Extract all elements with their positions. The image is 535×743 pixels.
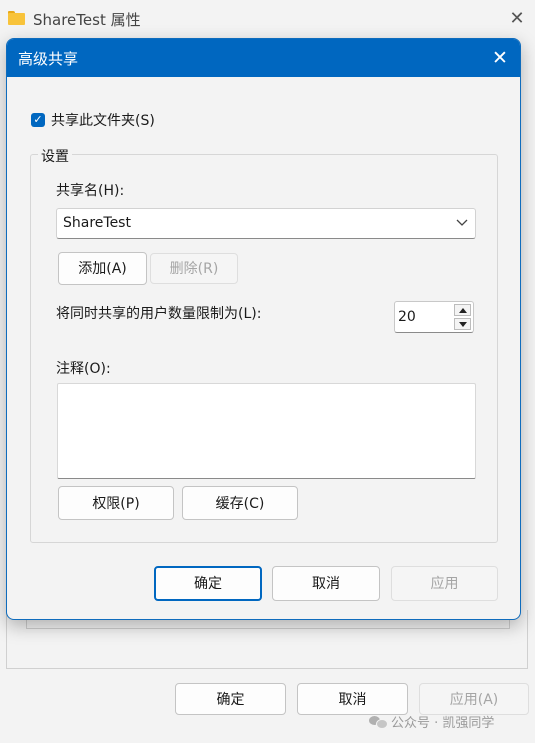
user-limit-value: 20 <box>398 309 416 325</box>
add-share-button[interactable]: 添加(A) <box>58 252 147 285</box>
share-folder-label: 共享此文件夹(S) <box>51 113 155 129</box>
spin-down-button[interactable] <box>454 318 471 330</box>
dialog-title: 高级共享 <box>18 50 79 68</box>
background-ok-button[interactable]: 确定 <box>175 683 286 715</box>
watermark: 公众号 · 凯强同学 <box>369 712 494 731</box>
spinner-arrows <box>454 304 471 330</box>
user-limit-spinner[interactable]: 20 <box>394 301 474 333</box>
dialog-titlebar: 高级共享 ✕ <box>7 39 520 77</box>
share-name-dropdown[interactable]: ShareTest <box>56 208 476 239</box>
background-apply-button: 应用(A) <box>419 683 529 715</box>
caching-button[interactable]: 缓存(C) <box>182 486 298 520</box>
background-window-title: ShareTest 属性 <box>33 11 141 29</box>
settings-group-label: 设置 <box>38 146 72 166</box>
chevron-down-icon[interactable] <box>455 214 469 230</box>
user-limit-label: 将同时共享的用户数量限制为(L): <box>56 306 262 322</box>
share-name-value: ShareTest <box>63 215 131 231</box>
background-titlebar: ShareTest 属性 ✕ <box>0 0 535 38</box>
spin-up-button[interactable] <box>454 304 471 316</box>
share-name-label: 共享名(H): <box>56 183 125 199</box>
permissions-button[interactable]: 权限(P) <box>58 486 174 520</box>
watermark-text: 公众号 · 凯强同学 <box>391 716 495 731</box>
background-cancel-button[interactable]: 取消 <box>297 683 408 715</box>
apply-button: 应用 <box>391 566 498 601</box>
folder-icon <box>8 11 25 25</box>
arrow-down-icon <box>459 322 467 327</box>
ok-button[interactable]: 确定 <box>154 566 262 601</box>
wechat-icon <box>369 715 388 729</box>
cancel-button[interactable]: 取消 <box>272 566 380 601</box>
dialog-close-icon[interactable]: ✕ <box>488 46 512 70</box>
checkmark-icon[interactable]: ✓ <box>31 113 45 127</box>
share-folder-checkbox[interactable]: ✓ 共享此文件夹(S) <box>31 110 155 130</box>
advanced-sharing-dialog: 高级共享 ✕ ✓ 共享此文件夹(S) 设置 共享名(H): ShareTest … <box>6 38 521 620</box>
comment-label: 注释(O): <box>56 361 111 377</box>
background-close-icon[interactable]: ✕ <box>505 7 529 31</box>
remove-share-button: 删除(R) <box>150 253 238 284</box>
arrow-up-icon <box>459 308 467 313</box>
comment-textarea[interactable] <box>57 383 476 479</box>
